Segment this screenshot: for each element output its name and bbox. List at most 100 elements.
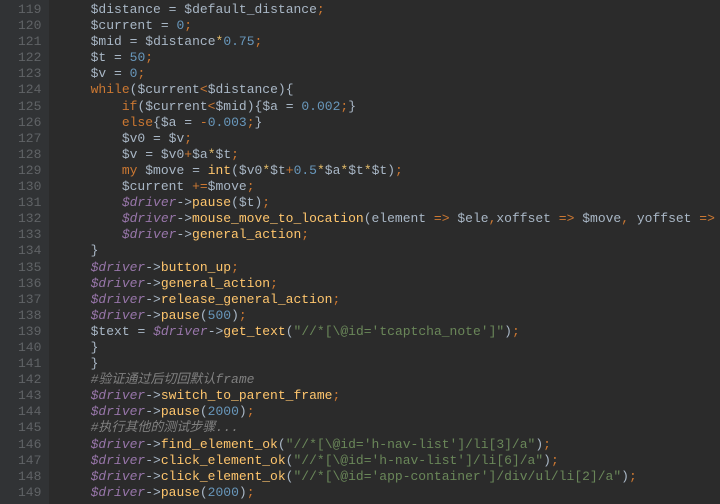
token-str: "//*[\@id='h-nav-list']/li[3]/a" (286, 437, 536, 452)
token-var: $a (325, 163, 341, 178)
token-brace: ){ (278, 82, 294, 97)
code-line[interactable]: #验证通过后切回默认frame (59, 372, 720, 388)
code-line[interactable]: $driver->general_action; (59, 276, 720, 292)
code-line[interactable]: $driver->click_element_ok("//*[\@id='app… (59, 469, 720, 485)
line-number: 136 (18, 276, 41, 292)
code-editor[interactable]: 1191201211221231241251261271281291301311… (0, 0, 720, 504)
token-var: $v (91, 66, 107, 81)
token-var: $t (216, 147, 232, 162)
line-number: 135 (18, 260, 41, 276)
code-line[interactable]: $driver->mouse_move_to_location(element … (59, 211, 720, 227)
code-line[interactable]: $driver->pause(500); (59, 308, 720, 324)
token-it: $driver (91, 276, 146, 291)
line-number: 134 (18, 243, 41, 259)
token-var: $a (161, 115, 177, 130)
token-semi: ; (543, 437, 551, 452)
token-eq: = (161, 18, 169, 33)
token-semi: ; (332, 388, 340, 403)
token-var: element (372, 211, 427, 226)
token-brace: ( (278, 437, 286, 452)
token-eq: = (184, 115, 192, 130)
token-semi: ; (332, 292, 340, 307)
line-number: 124 (18, 82, 41, 98)
line-number: 128 (18, 147, 41, 163)
code-line[interactable]: #执行其他的测试步骤... (59, 420, 720, 436)
token-var: $a (192, 147, 208, 162)
token-var: $current (122, 179, 184, 194)
code-line[interactable]: $driver->pause(2000); (59, 485, 720, 501)
line-number: 142 (18, 372, 41, 388)
token-semi: ; (629, 469, 637, 484)
code-line[interactable]: else{$a = -0.003;} (59, 115, 720, 131)
line-number: 143 (18, 388, 41, 404)
code-line[interactable]: $driver->button_up; (59, 260, 720, 276)
token-star: * (208, 147, 216, 162)
token-it: $driver (91, 308, 146, 323)
code-line[interactable]: } (59, 356, 720, 372)
token-brace: ) (535, 437, 543, 452)
token-semi: ; (231, 260, 239, 275)
token-arrow: -> (145, 260, 161, 275)
line-number: 131 (18, 195, 41, 211)
line-number: 138 (18, 308, 41, 324)
line-number: 121 (18, 34, 41, 50)
token-semi: ; (247, 404, 255, 419)
code-line[interactable]: if($current<$mid){$a = 0.002;} (59, 99, 720, 115)
code-line[interactable]: $current = 0; (59, 18, 720, 34)
code-line[interactable]: $t = 50; (59, 50, 720, 66)
code-line[interactable]: $v = $v0+$a*$t; (59, 147, 720, 163)
code-line[interactable]: $distance = $default_distance; (59, 2, 720, 18)
code-line[interactable]: my $move = int($v0*$t+0.5*$a*$t*$t); (59, 163, 720, 179)
token-it: $driver (91, 292, 146, 307)
code-area[interactable]: $distance = $default_distance; $current … (49, 0, 720, 504)
token-it: $driver (91, 453, 146, 468)
token-var: $distance (91, 2, 161, 17)
token-op: => (699, 211, 715, 226)
token-fn: switch_to_parent_frame (161, 388, 333, 403)
code-line[interactable]: $driver->release_general_action; (59, 292, 720, 308)
token-fn: general_action (161, 276, 270, 291)
token-brace: ) (239, 485, 247, 500)
token-fn: button_up (161, 260, 231, 275)
line-number: 126 (18, 115, 41, 131)
token-var: $move (582, 211, 621, 226)
code-line[interactable]: $mid = $distance*0.75; (59, 34, 720, 50)
token-star: * (364, 163, 372, 178)
token-var: $move (208, 179, 247, 194)
code-line[interactable]: $current +=$move; (59, 179, 720, 195)
token-var: $text (91, 324, 130, 339)
code-line[interactable]: $driver->switch_to_parent_frame; (59, 388, 720, 404)
token-brace: ( (364, 211, 372, 226)
code-line[interactable]: } (59, 243, 720, 259)
token-brace: ( (286, 324, 294, 339)
token-semi: ; (239, 308, 247, 323)
token-it: $driver (91, 437, 146, 452)
line-number: 130 (18, 179, 41, 195)
token-op: , (621, 211, 629, 226)
token-semi: ; (137, 66, 145, 81)
token-brace: ) (387, 163, 395, 178)
code-line[interactable]: } (59, 340, 720, 356)
code-line[interactable]: $driver->find_element_ok("//*[\@id='h-na… (59, 437, 720, 453)
token-semi: ; (247, 485, 255, 500)
line-number: 119 (18, 2, 41, 18)
token-it: $driver (91, 260, 146, 275)
code-line[interactable]: $v0 = $v; (59, 131, 720, 147)
token-kw: my (122, 163, 138, 178)
token-fn: int (208, 163, 231, 178)
token-semi: ; (395, 163, 403, 178)
code-line[interactable]: $driver->general_action; (59, 227, 720, 243)
code-line[interactable]: $driver->click_element_ok("//*[\@id='h-n… (59, 453, 720, 469)
token-op: - (200, 115, 208, 130)
token-fn: pause (161, 485, 200, 500)
token-semi: ; (317, 2, 325, 17)
code-line[interactable]: while($current<$distance){ (59, 82, 720, 98)
code-line[interactable]: $driver->pause($t); (59, 195, 720, 211)
token-brace: ){ (247, 99, 263, 114)
token-brace: ( (200, 308, 208, 323)
code-line[interactable]: $v = 0; (59, 66, 720, 82)
code-line[interactable]: $driver->pause(2000); (59, 404, 720, 420)
token-var: $ele (457, 211, 488, 226)
code-line[interactable]: $text = $driver->get_text("//*[\@id='tca… (59, 324, 720, 340)
token-fn: pause (161, 308, 200, 323)
